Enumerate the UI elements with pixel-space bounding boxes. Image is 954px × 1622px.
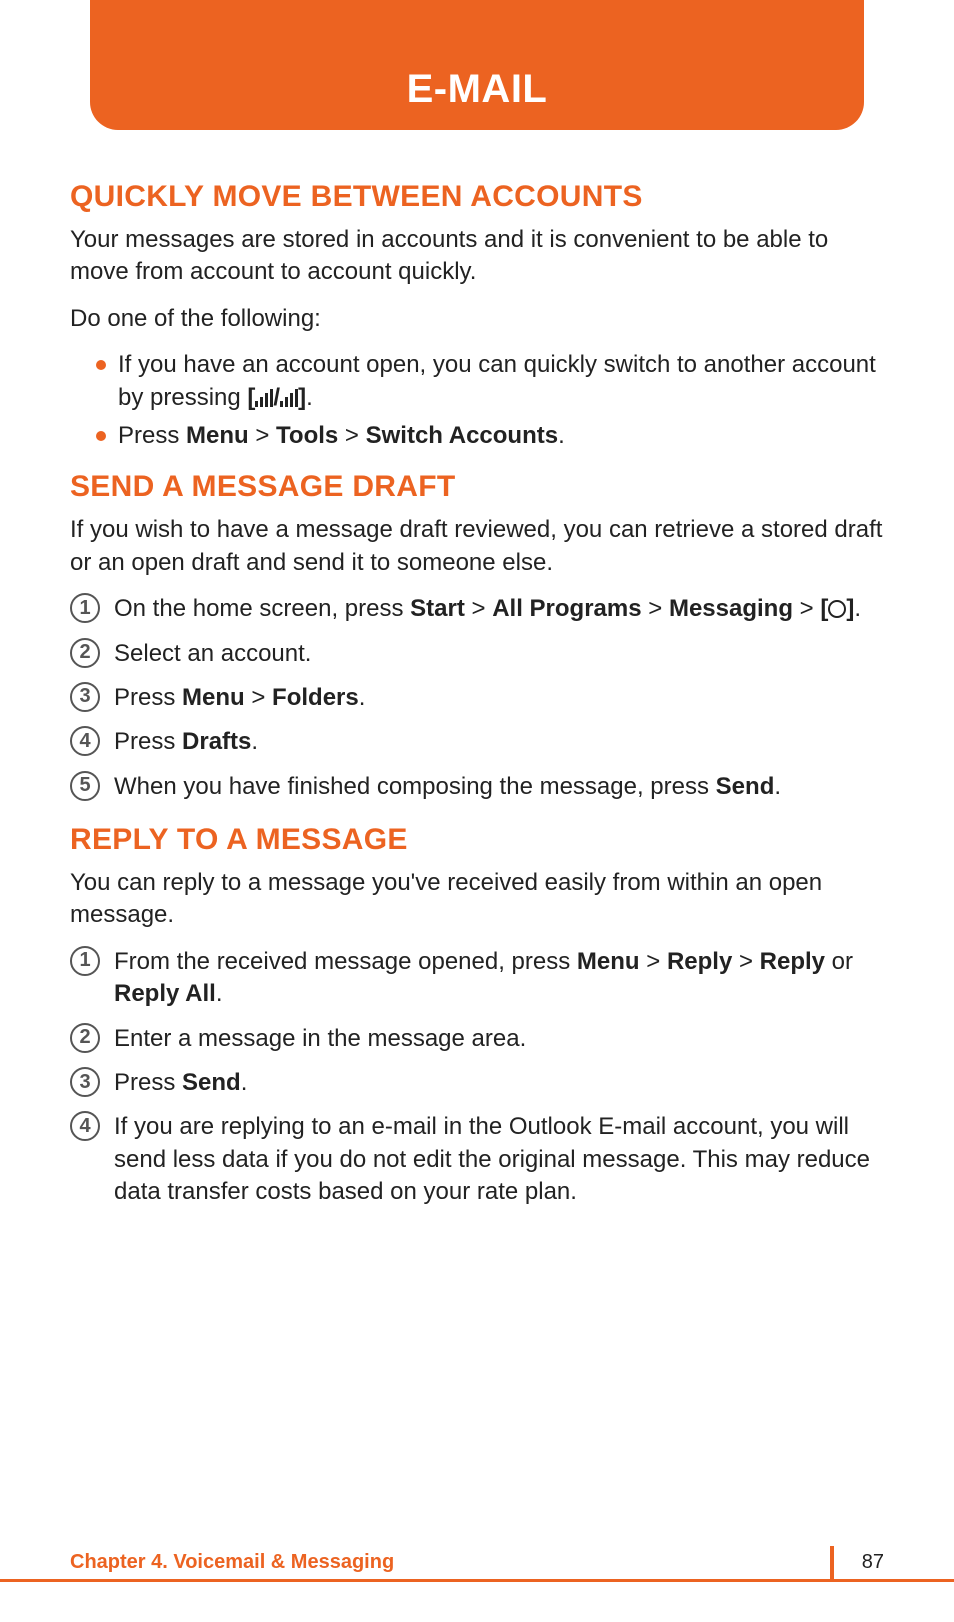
text: > <box>338 422 365 449</box>
text: . <box>306 384 313 411</box>
text: When you have finished composing the mes… <box>114 773 716 800</box>
header-tab: E-MAIL <box>90 0 864 130</box>
step-item: 4 If you are replying to an e-mail in th… <box>70 1111 884 1208</box>
text: . <box>216 980 223 1007</box>
step-number-icon: 4 <box>70 726 100 756</box>
step-number-icon: 3 <box>70 1067 100 1097</box>
text: > <box>245 684 272 711</box>
text-bold: All Programs <box>492 595 641 622</box>
footer-divider <box>830 1546 834 1582</box>
section-heading-quick-move: QUICKLY MOVE BETWEEN ACCOUNTS <box>70 180 884 214</box>
text-bold: Messaging <box>669 595 793 622</box>
step-number-icon: 3 <box>70 682 100 712</box>
text-bold: Folders <box>272 684 359 711</box>
send-draft-steps: 1 On the home screen, press Start > All … <box>70 593 884 803</box>
quick-move-bullets: If you have an account open, you can qui… <box>70 349 884 452</box>
step-number-icon: 5 <box>70 771 100 801</box>
text: If you are replying to an e-mail in the … <box>114 1113 870 1205</box>
quick-move-do-one: Do one of the following: <box>70 303 884 335</box>
text-bold: ] <box>298 384 306 411</box>
text: Press <box>114 1069 182 1096</box>
text-bold: Start <box>410 595 465 622</box>
send-draft-intro: If you wish to have a message draft revi… <box>70 514 884 579</box>
step-item: 2 Select an account. <box>70 638 884 670</box>
step-item: 5 When you have finished composing the m… <box>70 771 884 803</box>
text: > <box>465 595 492 622</box>
quick-move-intro: Your messages are stored in accounts and… <box>70 224 884 289</box>
text: . <box>251 728 258 755</box>
footer-page-number: 87 <box>862 1551 884 1574</box>
footer-line <box>0 1579 954 1582</box>
text-bold: / <box>273 384 280 411</box>
text: Press <box>114 684 182 711</box>
text-bold: [ <box>247 384 255 411</box>
text-bold: Reply All <box>114 980 216 1007</box>
signal-left-icon <box>255 389 273 407</box>
text-bold: Menu <box>182 684 245 711</box>
text-bold: Reply <box>667 948 732 975</box>
text-bold: Menu <box>186 422 249 449</box>
text: > <box>642 595 669 622</box>
bullet-item: Press Menu > Tools > Switch Accounts. <box>96 420 884 452</box>
step-number-icon: 2 <box>70 1023 100 1053</box>
text-bold: Send <box>716 773 775 800</box>
text: > <box>793 595 820 622</box>
text-bold: Drafts <box>182 728 251 755</box>
text: Press <box>118 422 186 449</box>
text-bold: [ <box>820 595 828 622</box>
step-item: 4 Press Drafts. <box>70 726 884 758</box>
footer: Chapter 4. Voicemail & Messaging 87 <box>0 1542 954 1582</box>
step-item: 3 Press Menu > Folders. <box>70 682 884 714</box>
page: E-MAIL QUICKLY MOVE BETWEEN ACCOUNTS You… <box>0 0 954 1622</box>
text-bold: Send <box>182 1069 241 1096</box>
text-bold: Menu <box>577 948 640 975</box>
text: . <box>359 684 366 711</box>
text: > <box>732 948 759 975</box>
step-item: 1 On the home screen, press Start > All … <box>70 593 884 625</box>
bullet-item: If you have an account open, you can qui… <box>96 349 884 414</box>
section-heading-send-draft: SEND A MESSAGE DRAFT <box>70 470 884 504</box>
reply-intro: You can reply to a message you've receiv… <box>70 867 884 932</box>
text: > <box>249 422 276 449</box>
page-title: E-MAIL <box>407 67 548 112</box>
step-number-icon: 1 <box>70 593 100 623</box>
step-item: 1 From the received message opened, pres… <box>70 946 884 1011</box>
text: Press <box>114 728 182 755</box>
text: If you have an account open, you can qui… <box>118 351 876 410</box>
text: or <box>825 948 853 975</box>
text-bold: Reply <box>760 948 825 975</box>
step-item: 3 Press Send. <box>70 1067 884 1099</box>
text-bold: Tools <box>276 422 338 449</box>
section-heading-reply: REPLY TO A MESSAGE <box>70 823 884 857</box>
text: Enter a message in the message area. <box>114 1025 526 1052</box>
text: . <box>241 1069 248 1096</box>
step-item: 2 Enter a message in the message area. <box>70 1023 884 1055</box>
text: . <box>854 595 861 622</box>
signal-right-icon <box>280 389 298 407</box>
text: Select an account. <box>114 640 311 667</box>
text-bold: Switch Accounts <box>366 422 558 449</box>
reply-steps: 1 From the received message opened, pres… <box>70 946 884 1209</box>
content: QUICKLY MOVE BETWEEN ACCOUNTS Your messa… <box>70 0 884 1209</box>
text: . <box>558 422 565 449</box>
footer-chapter-label: Chapter 4. Voicemail & Messaging <box>70 1551 394 1574</box>
text: . <box>774 773 781 800</box>
step-number-icon: 1 <box>70 946 100 976</box>
text: From the received message opened, press <box>114 948 577 975</box>
circle-icon <box>828 600 846 618</box>
text: On the home screen, press <box>114 595 410 622</box>
text: > <box>640 948 667 975</box>
step-number-icon: 2 <box>70 638 100 668</box>
step-number-icon: 4 <box>70 1111 100 1141</box>
